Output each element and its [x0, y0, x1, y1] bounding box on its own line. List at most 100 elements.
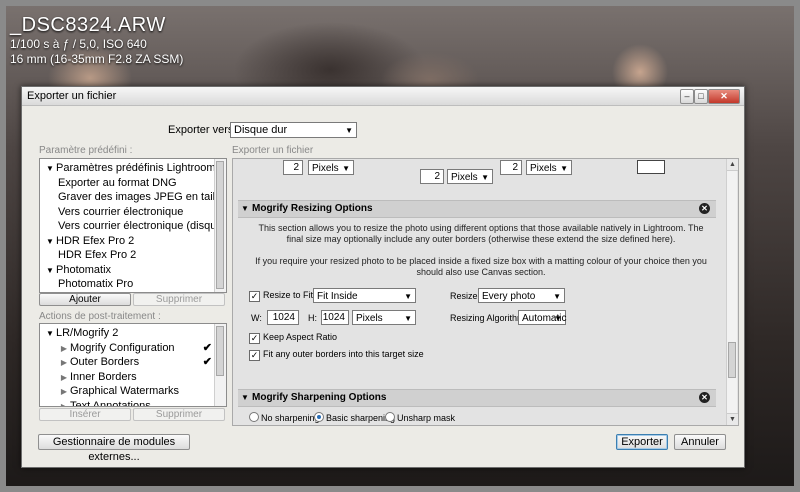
post-actions-tree[interactable]: ▼ LR/Mogrify 2 ▶ Mogrify Configuration ✔ ▶ Out…	[39, 323, 227, 407]
post-action-label: Mogrify Configuration	[70, 341, 175, 354]
export-button[interactable]: Exporter	[616, 434, 668, 450]
preset-label: Graver des images JPEG en taille réelle	[58, 191, 226, 203]
unsharp-mask-label: Unsharp mask	[397, 413, 456, 423]
close-button[interactable]: ✕	[708, 89, 740, 104]
post-scroll-thumb[interactable]	[216, 326, 224, 376]
top-border-value-1[interactable]: 2	[283, 160, 303, 175]
export-to-select[interactable]: Disque dur ▼	[230, 122, 357, 138]
triangle-down-icon: ▼	[241, 204, 249, 213]
height-label: H:	[308, 313, 317, 323]
close-section-icon[interactable]: ✕	[699, 392, 710, 403]
size-units-select[interactable]: Pixels ▼	[352, 310, 416, 325]
resize-to-fit-label: Resize to Fit	[263, 290, 314, 300]
sharpening-section-header[interactable]: ▼ Mogrify Sharpening Options ✕	[238, 389, 716, 407]
post-action-label: Graphical Watermarks	[70, 385, 180, 397]
resize-label: Resize	[450, 291, 478, 301]
export-to-label: Exporter vers :	[168, 124, 240, 136]
chevron-down-icon: ▼	[481, 173, 489, 182]
close-section-icon[interactable]: ✕	[699, 203, 710, 214]
triangle-right-icon[interactable]: ▶	[58, 342, 70, 356]
resize-to-fit-select[interactable]: Fit Inside ▼	[313, 288, 416, 303]
radio-icon	[385, 412, 395, 422]
preset-item[interactable]: Photomatix Pro	[40, 277, 214, 291]
scroll-down-icon[interactable]: ▼	[727, 413, 738, 425]
post-action-item[interactable]: ▶ Graphical Watermarks	[40, 384, 214, 398]
border-color-swatch[interactable]	[637, 160, 665, 174]
add-preset-button[interactable]: Ajouter	[39, 293, 131, 306]
maximize-button[interactable]: □	[694, 89, 708, 104]
triangle-right-icon[interactable]: ▶	[58, 385, 70, 399]
presets-scrollbar[interactable]	[214, 159, 226, 292]
preset-label: Vers courrier électronique	[58, 205, 184, 218]
height-input[interactable]: 1024	[321, 310, 349, 325]
post-action-item[interactable]: ▶ Mogrify Configuration ✔	[40, 341, 214, 355]
resizing-description-2: If you require your resized photo to be …	[255, 256, 707, 277]
preset-group[interactable]: ▼ HDR Efex Pro 2	[40, 234, 214, 248]
resize-select[interactable]: Every photo ▼	[478, 288, 565, 303]
settings-scroll-thumb[interactable]	[728, 342, 736, 378]
no-sharpening-radio[interactable]: No sharpening	[249, 412, 320, 423]
keep-aspect-checkbox[interactable]: ✓ Keep Aspect Ratio	[249, 332, 337, 344]
checkbox-icon: ✓	[249, 291, 260, 302]
post-action-group[interactable]: ▼ LR/Mogrify 2	[40, 326, 214, 340]
triangle-down-icon[interactable]: ▼	[44, 264, 56, 278]
resize-fit-value: Fit Inside	[317, 291, 358, 302]
algorithm-label: Resizing Algorithm:	[450, 313, 528, 323]
preset-group[interactable]: ▼ Paramètres prédéfinis Lightroom	[40, 161, 216, 176]
preset-item[interactable]: Vers courrier électronique (disque dur)	[40, 219, 226, 233]
triangle-down-icon[interactable]: ▼	[44, 327, 56, 341]
triangle-right-icon[interactable]: ▶	[58, 356, 70, 370]
preset-group[interactable]: ▼ Photomatix	[40, 263, 214, 277]
minimize-button[interactable]: –	[680, 89, 694, 104]
top-border-value-2[interactable]: 2	[420, 169, 444, 184]
preset-label: HDR Efex Pro 2	[56, 234, 135, 247]
presets-tree[interactable]: ▼ Paramètres prédéfinis Lightroom Exporter…	[39, 158, 227, 293]
preset-label: Paramètres prédéfinis Lightroom	[56, 162, 216, 174]
post-action-item[interactable]: ▶ Inner Borders	[40, 370, 214, 384]
top-units-1-value: Pixels	[312, 163, 339, 174]
post-action-item[interactable]: ▶ Outer Borders ✔	[40, 355, 214, 369]
resize-to-fit-checkbox[interactable]: ✓ Resize to Fit	[249, 290, 313, 302]
photo-filename: _DSC8324.ARW	[10, 14, 166, 36]
triangle-down-icon[interactable]: ▼	[44, 162, 56, 176]
chevron-down-icon: ▼	[554, 314, 562, 323]
settings-scrollbar[interactable]: ▲ ▼	[726, 159, 738, 425]
sharpening-title: Mogrify Sharpening Options	[252, 392, 387, 403]
post-action-item[interactable]: ▶ Text Annotations	[40, 399, 214, 407]
triangle-down-icon[interactable]: ▼	[44, 235, 56, 249]
top-border-units-1[interactable]: Pixels ▼	[308, 160, 354, 175]
preset-item[interactable]: Exporter au format DNG	[40, 176, 214, 190]
top-border-units-2[interactable]: Pixels ▼	[447, 169, 493, 184]
fit-borders-label: Fit any outer borders into this target s…	[263, 349, 424, 359]
basic-sharpening-radio[interactable]: Basic sharpening	[314, 412, 395, 423]
presets-scroll-thumb[interactable]	[216, 161, 224, 289]
post-actions-caption: Actions de post-traitement :	[39, 311, 161, 322]
export-settings-panel: 2 Pixels ▼ 2 Pixels ▼ 2 Pixels ▼ ▼ Mogrify R…	[232, 158, 739, 426]
width-input[interactable]: 1024	[267, 310, 299, 325]
scroll-up-icon[interactable]: ▲	[727, 159, 738, 171]
top-border-value-3[interactable]: 2	[500, 160, 522, 175]
insert-action-button[interactable]: Insérer	[39, 408, 131, 421]
remove-preset-button[interactable]: Supprimer	[133, 293, 225, 306]
preset-item[interactable]: HDR Efex Pro 2	[40, 248, 214, 262]
resizing-section-header[interactable]: ▼ Mogrify Resizing Options ✕	[238, 200, 716, 218]
fit-borders-checkbox[interactable]: ✓ Fit any outer borders into this target …	[249, 349, 424, 361]
triangle-right-icon[interactable]: ▶	[58, 400, 70, 407]
preset-item[interactable]: Graver des images JPEG en taille réelle	[40, 190, 226, 204]
preset-item[interactable]: Vers courrier électronique	[40, 205, 214, 219]
size-units-value: Pixels	[356, 313, 383, 324]
photo-exposure: 1/100 s à ƒ / 5,0, ISO 640	[10, 37, 147, 51]
checkbox-icon: ✓	[249, 333, 260, 344]
radio-selected-icon	[314, 412, 324, 422]
plugin-manager-button[interactable]: Gestionnaire de modules externes...	[38, 434, 190, 463]
cancel-button[interactable]: Annuler	[674, 434, 726, 450]
remove-action-button[interactable]: Supprimer	[133, 408, 225, 421]
triangle-right-icon[interactable]: ▶	[58, 371, 70, 385]
top-border-units-3[interactable]: Pixels ▼	[526, 160, 572, 175]
unsharp-mask-radio[interactable]: Unsharp mask	[385, 412, 455, 423]
chevron-down-icon: ▼	[345, 126, 353, 135]
algorithm-select[interactable]: Automatic ▼	[518, 310, 566, 325]
export-caption: Exporter un fichier	[232, 145, 314, 156]
triangle-down-icon: ▼	[241, 393, 249, 402]
post-actions-scrollbar[interactable]	[214, 324, 226, 406]
